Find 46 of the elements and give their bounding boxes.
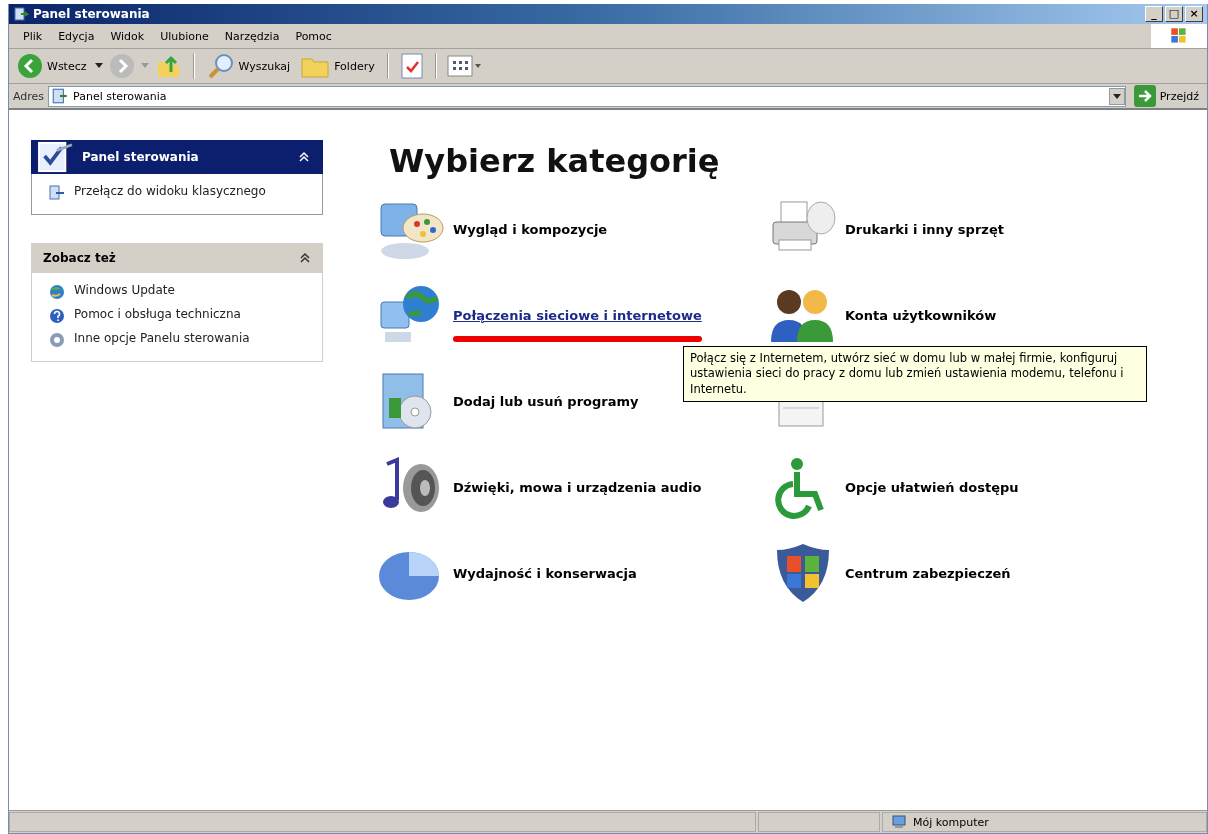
minimize-button[interactable]: _: [1145, 6, 1163, 22]
dropdown-arrow-icon[interactable]: [94, 63, 103, 69]
menu-item[interactable]: Widok: [102, 27, 153, 45]
dropdown-button[interactable]: [1108, 87, 1125, 105]
panel-header[interactable]: Panel sterowania: [31, 140, 323, 174]
collapse-icon[interactable]: [299, 252, 311, 264]
computer-icon: [891, 814, 907, 830]
address-label: Adres: [13, 89, 45, 103]
arrow-right-icon: [1133, 85, 1156, 107]
close-button[interactable]: ×: [1185, 6, 1203, 22]
dropdown-arrow-icon: [1112, 93, 1121, 99]
menu-item[interactable]: Edycja: [50, 27, 103, 45]
tooltip: Połącz się z Internetem, utwórz sieć w domu lub w małej firmie, konfiguruj ustawienia sieci do pracy z domu lub zmień ustawienia modemu, telefonu i Internetu.: [683, 345, 1147, 403]
window-title: Panel sterowania: [33, 7, 150, 21]
panel-header[interactable]: Zobacz też: [31, 243, 323, 273]
back-button[interactable]: Wstecz: [15, 53, 89, 79]
checklist-icon: [36, 141, 74, 173]
folders-button[interactable]: Foldery: [298, 53, 377, 79]
category-link[interactable]: Wydajność i konserwacja: [453, 565, 637, 581]
category-link[interactable]: Dodaj lub usuń programy: [453, 393, 639, 409]
page-heading: Wybierz kategorię: [389, 142, 721, 180]
category-link[interactable]: Konta użytkowników: [845, 307, 997, 323]
menu-item[interactable]: Narzędzia: [216, 27, 288, 45]
sidebar-link[interactable]: Windows Update: [74, 283, 274, 299]
category-link[interactable]: Drukarki i inny sprzęt: [845, 221, 1004, 237]
status-zone: Mój komputer: [882, 812, 1207, 832]
go-button[interactable]: Przejdź: [1129, 85, 1203, 107]
help-icon: [48, 307, 66, 325]
sidebar-link[interactable]: Pomoc i obsługa techniczna: [74, 307, 274, 323]
address-field[interactable]: Panel sterowania: [48, 85, 1126, 107]
menu-item[interactable]: Pomoc: [287, 27, 340, 45]
search-button[interactable]: Wyszukaj: [204, 52, 293, 80]
menu-item[interactable]: Ulubione: [152, 27, 217, 45]
category-link[interactable]: Dźwięki, mowa i urządzenia audio: [453, 479, 702, 495]
checklist-icon[interactable]: [398, 52, 425, 80]
switch-view-icon: [48, 184, 66, 202]
category-link[interactable]: Centrum zabezpieczeń: [845, 565, 1011, 581]
sidebar-link[interactable]: Inne opcje Panelu sterowania: [74, 331, 274, 347]
maximize-button[interactable]: □: [1165, 6, 1183, 22]
category-link[interactable]: Wygląd i kompozycje: [453, 221, 608, 237]
view-grid-icon[interactable]: [446, 53, 483, 79]
category-link[interactable]: Opcje ułatwień dostępu: [845, 479, 1019, 495]
menu-item[interactable]: Plik: [15, 27, 51, 45]
category-link[interactable]: Połączenia sieciowe i internetowe: [453, 307, 702, 323]
globe-icon: [48, 283, 66, 301]
search-icon: [206, 52, 235, 80]
